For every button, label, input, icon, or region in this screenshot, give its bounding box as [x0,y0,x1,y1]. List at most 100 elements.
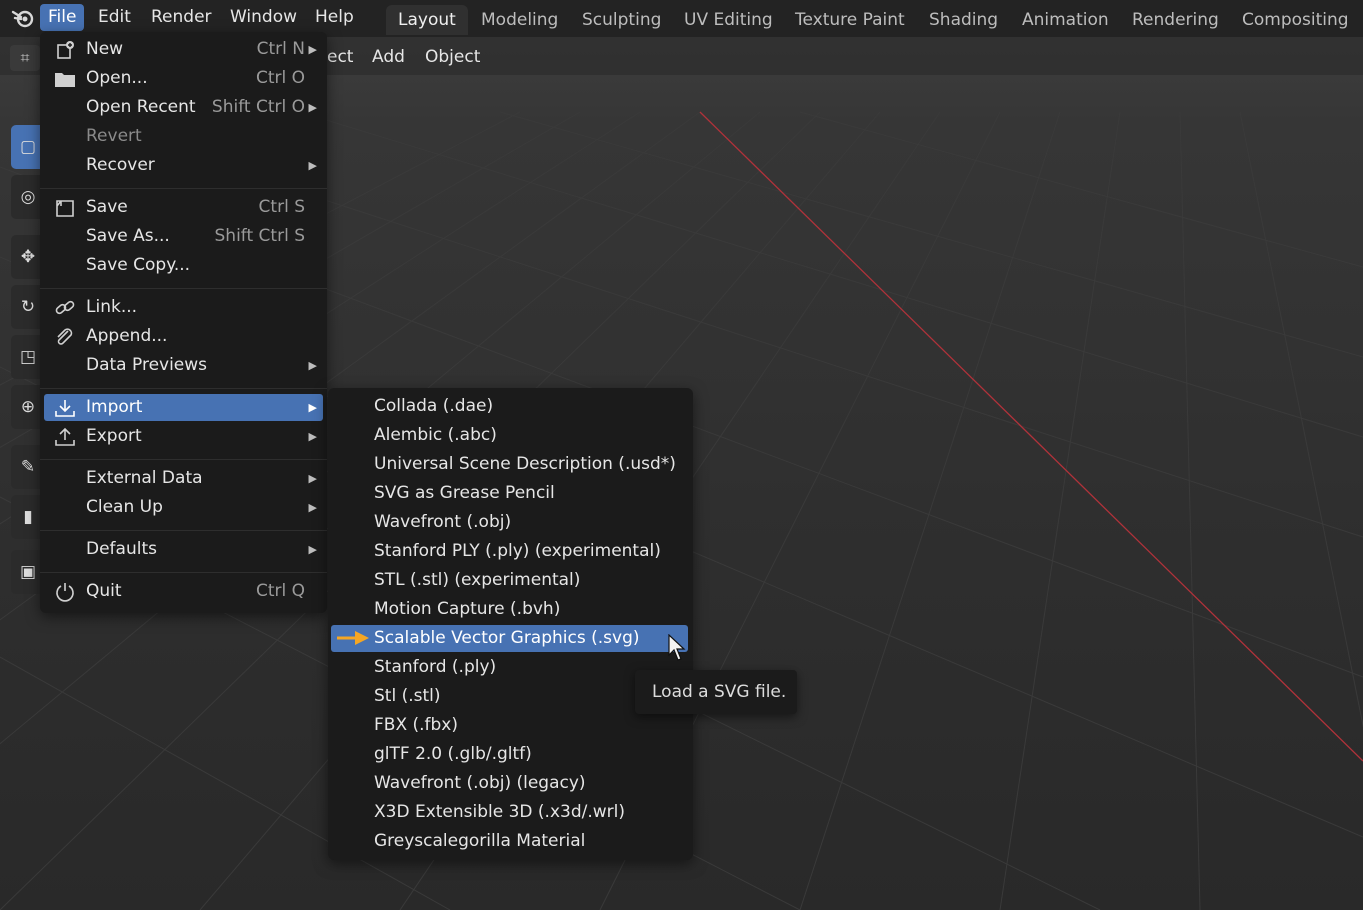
file-menu-defaults-label: Defaults [86,539,157,559]
import-stl-experimental-label: STL (.stl) (experimental) [374,570,581,590]
import-usd-label: Universal Scene Description (.usd*) [374,454,676,474]
import-svg-label: Scalable Vector Graphics (.svg) [374,628,640,648]
file-menu-quit-label: Quit [86,581,122,601]
file-menu-new-shortcut: Ctrl N [256,39,305,59]
file-menu-revert-label: Revert [86,126,142,146]
file-menu-append[interactable]: Append... [44,323,323,350]
import-motion-capture[interactable]: Motion Capture (.bvh) [331,596,688,623]
submenu-arrow-icon: ▶ [308,430,317,443]
tab-compositing[interactable]: Compositing [1230,5,1361,35]
file-menu-save-copy-label: Save Copy... [86,255,191,275]
tab-shading[interactable]: Shading [917,5,1010,35]
menu-separator [40,288,327,289]
mouse-cursor-icon [668,634,686,661]
import-x3d[interactable]: X3D Extensible 3D (.x3d/.wrl) [331,799,688,826]
file-menu-open-shortcut: Ctrl O [255,68,305,88]
tab-layout[interactable]: Layout [386,5,468,35]
tab-animation[interactable]: Animation [1010,5,1121,35]
file-menu-save[interactable]: Save Ctrl S [44,194,323,221]
header-menu-add[interactable]: Add [372,45,405,69]
menu-render[interactable]: Render [143,4,220,31]
import-gltf[interactable]: glTF 2.0 (.glb/.gltf) [331,741,688,768]
file-menu-open-label: Open... [86,68,148,88]
menu-edit[interactable]: Edit [90,4,139,31]
import-greyscalegorilla-material[interactable]: Greyscalegorilla Material [331,828,688,855]
file-menu-data-previews-label: Data Previews [86,355,208,375]
file-menu-quit-shortcut: Ctrl Q [255,581,305,601]
import-usd[interactable]: Universal Scene Description (.usd*) [331,451,688,478]
file-menu-clean-up-label: Clean Up [86,497,163,517]
submenu-arrow-icon: ▶ [308,543,317,556]
file-menu-save-as[interactable]: Save As... Shift Ctrl S [44,223,323,250]
file-menu-export-label: Export [86,426,142,446]
file-menu-open-recent[interactable]: Open Recent Shift Ctrl O ▶ [44,94,323,121]
submenu-arrow-icon: ▶ [308,359,317,372]
import-svg-grease-pencil[interactable]: SVG as Grease Pencil [331,480,688,507]
menu-help[interactable]: Help [307,4,362,31]
file-menu-export[interactable]: Export ▶ [44,423,323,450]
tab-rendering[interactable]: Rendering [1120,5,1231,35]
tab-texture-paint[interactable]: Texture Paint [783,5,917,35]
file-menu-import-label: Import [86,397,143,417]
submenu-arrow-icon: ▶ [308,472,317,485]
import-fbx[interactable]: FBX (.fbx) [331,712,688,739]
menu-separator [40,530,327,531]
import-svg[interactable]: Scalable Vector Graphics (.svg) [331,625,688,652]
submenu-arrow-icon: ▶ [308,159,317,172]
blender-logo-icon[interactable] [10,6,36,30]
file-menu-open[interactable]: Open... Ctrl O [44,65,323,92]
file-menu-save-copy[interactable]: Save Copy... [44,252,323,279]
import-fbx-label: FBX (.fbx) [374,715,458,735]
import-stanford-ply-experimental[interactable]: Stanford PLY (.ply) (experimental) [331,538,688,565]
paperclip-icon [54,326,76,348]
import-collada-label: Collada (.dae) [374,396,494,416]
file-menu-link[interactable]: Link... [44,294,323,321]
file-menu-clean-up[interactable]: Clean Up ▶ [44,494,323,521]
import-submenu: Collada (.dae) Alembic (.abc) Universal … [328,388,693,860]
pointer-arrow-icon [337,631,369,645]
header-menu-object[interactable]: Object [425,45,480,69]
menu-file[interactable]: File [40,4,85,31]
file-menu-defaults[interactable]: Defaults ▶ [44,536,323,563]
file-menu-quit[interactable]: Quit Ctrl Q [44,578,323,605]
menu-separator [40,459,327,460]
submenu-arrow-icon: ▶ [308,401,317,414]
folder-icon [54,68,76,90]
file-menu-import[interactable]: Import ▶ [44,394,323,421]
import-wavefront-obj-label: Wavefront (.obj) [374,512,512,532]
file-menu-link-label: Link... [86,297,138,317]
import-wavefront-obj[interactable]: Wavefront (.obj) [331,509,688,536]
tab-sculpting[interactable]: Sculpting [570,5,673,35]
file-menu-append-label: Append... [86,326,168,346]
file-menu-save-label: Save [86,197,128,217]
import-greyscalegorilla-material-label: Greyscalegorilla Material [374,831,586,851]
export-icon [54,426,76,448]
object-mode-icon[interactable]: ⌗ [10,45,40,71]
file-menu-recover-label: Recover [86,155,155,175]
tab-uv-editing[interactable]: UV Editing [672,5,785,35]
file-menu-recover[interactable]: Recover ▶ [44,152,323,179]
import-alembic[interactable]: Alembic (.abc) [331,422,688,449]
import-stl-experimental[interactable]: STL (.stl) (experimental) [331,567,688,594]
power-icon [54,581,76,603]
file-menu-external-data-label: External Data [86,468,203,488]
import-x3d-label: X3D Extensible 3D (.x3d/.wrl) [374,802,626,822]
file-menu-data-previews[interactable]: Data Previews ▶ [44,352,323,379]
file-menu: New Ctrl N ▶ Open... Ctrl O Open Recent … [40,32,327,613]
menu-window[interactable]: Window [222,4,305,31]
import-wavefront-obj-legacy[interactable]: Wavefront (.obj) (legacy) [331,770,688,797]
save-icon [54,197,76,219]
x-axis-line [699,111,1363,762]
tab-modeling[interactable]: Modeling [469,5,570,35]
file-menu-open-recent-label: Open Recent [86,97,196,117]
file-menu-save-shortcut: Ctrl S [258,197,305,217]
file-menu-new[interactable]: New Ctrl N ▶ [44,36,323,63]
import-gltf-label: glTF 2.0 (.glb/.gltf) [374,744,532,764]
import-collada[interactable]: Collada (.dae) [331,393,688,420]
menu-separator [40,388,327,389]
import-svg-grease-pencil-label: SVG as Grease Pencil [374,483,555,503]
file-menu-external-data[interactable]: External Data ▶ [44,465,323,492]
import-motion-capture-label: Motion Capture (.bvh) [374,599,561,619]
file-menu-new-label: New [86,39,124,59]
header-menu-select[interactable]: ect [327,45,353,69]
